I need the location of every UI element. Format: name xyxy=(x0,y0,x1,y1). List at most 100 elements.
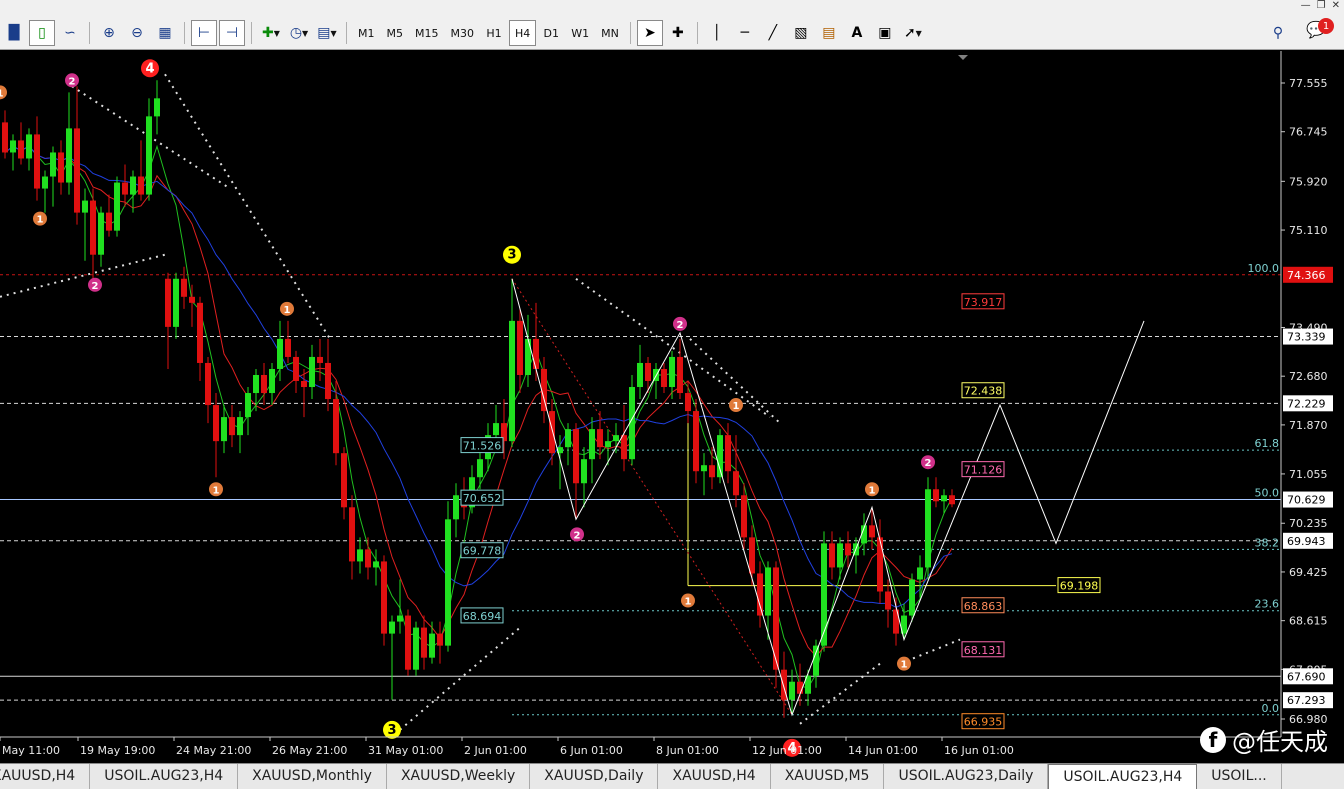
templates-icon[interactable]: ▤ ▼ xyxy=(314,20,340,46)
timeframe-m5[interactable]: M5 xyxy=(382,20,409,46)
minimize-icon[interactable]: — xyxy=(1301,0,1311,11)
candle-body xyxy=(405,615,411,670)
candle-body xyxy=(106,212,112,231)
timeframe-m15[interactable]: M15 xyxy=(410,20,444,46)
chart-tab[interactable]: USOIL... xyxy=(1197,764,1282,789)
cursor-icon[interactable]: ➤ xyxy=(636,20,663,46)
candle-body xyxy=(146,116,152,195)
candle-body xyxy=(885,591,891,610)
timeframe-d1[interactable]: D1 xyxy=(538,20,564,46)
candle-body xyxy=(749,537,755,574)
candle-body xyxy=(941,495,947,502)
chart-tab[interactable]: USOIL.AUG23,Daily xyxy=(884,764,1049,789)
wave-marker-label: 2 xyxy=(92,281,99,292)
time-tick-label: 16 Jun 01:00 xyxy=(944,744,1014,757)
fibonacci-icon[interactable]: ▤ xyxy=(816,20,842,46)
candle-body xyxy=(581,459,587,484)
candle-body xyxy=(122,182,128,195)
chart-shift-icon[interactable]: ⊣ xyxy=(219,20,245,46)
candle-body xyxy=(677,356,683,394)
wave-marker-label: 1 xyxy=(284,305,291,316)
candle-body xyxy=(917,567,923,580)
zoom-out-icon[interactable]: ⊖ xyxy=(124,20,150,46)
price-tick-label: 75.920 xyxy=(1289,175,1328,188)
annotation-label: 73.917 xyxy=(964,296,1003,309)
restore-icon[interactable]: ❐ xyxy=(1317,0,1326,11)
candle-body xyxy=(269,368,275,394)
candle-body xyxy=(437,633,443,646)
zoom-in-icon[interactable]: ⊕ xyxy=(96,20,122,46)
chart-tab[interactable]: XAUUSD,Monthly xyxy=(238,764,387,789)
bar-chart-icon[interactable]: █ xyxy=(1,20,27,46)
horizontal-line-icon[interactable]: ─ xyxy=(732,20,758,46)
fib-label: 38.2 xyxy=(1255,536,1280,549)
chart-tab[interactable]: USOIL.AUG23,H4 xyxy=(90,764,239,789)
timeframe-m1[interactable]: M1 xyxy=(353,20,380,46)
candle-body xyxy=(813,645,819,676)
candle-body xyxy=(701,465,707,472)
candle-body xyxy=(829,543,835,568)
wave-marker-label: 4 xyxy=(145,61,154,76)
candle-body xyxy=(357,549,363,562)
candle-body xyxy=(42,176,48,189)
fib-label: 23.6 xyxy=(1255,598,1280,611)
annotation-label: 68.694 xyxy=(463,610,502,623)
chart-tab[interactable]: XAUUSD,H4 xyxy=(0,764,91,789)
arrows-icon[interactable]: ➚ ▼ xyxy=(900,20,926,46)
candlestick-icon[interactable]: ▯ xyxy=(29,20,55,46)
timeframe-mn[interactable]: MN xyxy=(596,20,624,46)
support-label: 69.198 xyxy=(1060,580,1099,593)
auto-scroll-icon[interactable]: ⊢ xyxy=(191,20,217,46)
candle-body xyxy=(549,411,555,454)
candle-body xyxy=(309,356,315,388)
facebook-icon: f xyxy=(1200,726,1226,753)
time-tick-label: 26 May 21:00 xyxy=(272,744,347,757)
chart-tab[interactable]: XAUUSD,M5 xyxy=(771,764,885,789)
line-chart-icon[interactable]: ∽ xyxy=(57,20,83,46)
wave-marker-label: 1 xyxy=(901,660,908,671)
candle-body xyxy=(933,489,939,502)
candle-body xyxy=(621,435,627,460)
timeframe-m30[interactable]: M30 xyxy=(446,20,480,46)
time-tick-label: 19 May 19:00 xyxy=(80,744,155,757)
candle-body xyxy=(909,579,915,616)
trendline-icon[interactable]: ╱ xyxy=(760,20,786,46)
equidistant-channel-icon[interactable]: ▧ xyxy=(788,20,814,46)
toolbar-row: █ ▯ ∽ ⊕ ⊖ ▦ ⊢ ⊣ ✚ ▼ ◷ ▼ ▤ ▼ M1 M5 M15 M30 H… xyxy=(0,17,927,49)
chart-tab[interactable]: XAUUSD,Weekly xyxy=(387,764,531,789)
indicators-icon[interactable]: ✚ ▼ xyxy=(258,20,284,46)
chart-tab[interactable]: XAUUSD,H4 xyxy=(658,764,771,789)
periods-clock-icon[interactable]: ◷ ▼ xyxy=(286,20,312,46)
candle-body xyxy=(333,399,339,454)
tile-windows-icon[interactable]: ▦ xyxy=(152,20,178,46)
candle-body xyxy=(114,182,120,231)
price-tick-label: 71.870 xyxy=(1289,419,1328,432)
chart-tab[interactable]: XAUUSD,Daily xyxy=(530,764,659,789)
price-tick-label: 76.745 xyxy=(1289,126,1328,139)
window-controls: — ❐ ✕ xyxy=(1301,0,1340,11)
timeframe-w1[interactable]: W1 xyxy=(566,20,594,46)
candle-body xyxy=(445,519,451,646)
search-icon[interactable]: ⚲ xyxy=(1265,20,1291,46)
candle-body xyxy=(669,356,675,388)
candle-body xyxy=(26,134,32,159)
price-chart[interactable]: 100.0 61.8 50.0 38.2 23.6 0.0 69.198 1 2 4 1 2 1 1 3 3… xyxy=(0,51,1344,762)
candle-body xyxy=(373,561,379,568)
time-tick-label: May 11:00 xyxy=(2,744,60,757)
price-tag-label: 73.339 xyxy=(1287,331,1326,344)
notification-icon[interactable]: 💬 1 xyxy=(1306,18,1334,44)
notification-badge: 1 xyxy=(1318,18,1334,34)
close-icon[interactable]: ✕ xyxy=(1332,0,1340,11)
watermark: f @任天成 xyxy=(1200,722,1328,757)
crosshair-icon[interactable]: ✚ xyxy=(665,20,691,46)
timeframe-h4[interactable]: H4 xyxy=(509,20,537,46)
candle-body xyxy=(661,368,667,388)
text-icon[interactable]: A xyxy=(844,20,870,46)
chart-tab-active[interactable]: USOIL.AUG23,H4 xyxy=(1048,764,1198,789)
candle-body xyxy=(349,507,355,562)
candle-body xyxy=(130,176,136,195)
text-label-icon[interactable]: ▣ xyxy=(872,20,898,46)
timeframe-h1[interactable]: H1 xyxy=(481,20,507,46)
vertical-line-icon[interactable]: │ xyxy=(704,20,730,46)
price-tick-label: 75.110 xyxy=(1289,224,1328,237)
